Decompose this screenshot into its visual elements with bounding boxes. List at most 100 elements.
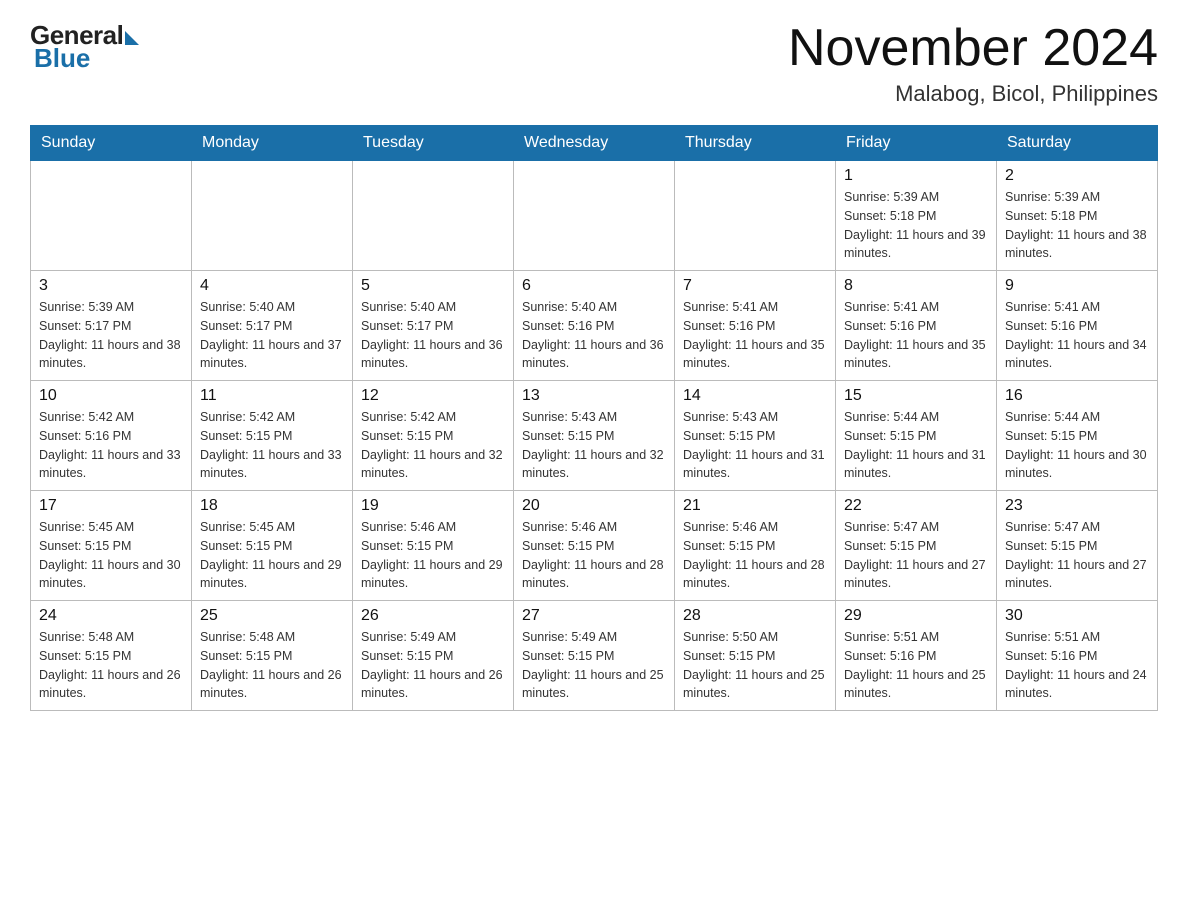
- calendar-week-row: 3 Sunrise: 5:39 AMSunset: 5:17 PMDaylight…: [31, 271, 1158, 381]
- col-tuesday: Tuesday: [353, 126, 514, 161]
- col-saturday: Saturday: [997, 126, 1158, 161]
- day-info: Sunrise: 5:41 AMSunset: 5:16 PMDaylight:…: [1005, 298, 1149, 373]
- day-info: Sunrise: 5:51 AMSunset: 5:16 PMDaylight:…: [1005, 628, 1149, 703]
- table-row: 19Sunrise: 5:46 AMSunset: 5:15 PMDayligh…: [353, 491, 514, 601]
- day-number: 26: [361, 607, 505, 625]
- col-thursday: Thursday: [675, 126, 836, 161]
- day-info: Sunrise: 5:42 AMSunset: 5:16 PMDaylight:…: [39, 408, 183, 483]
- day-number: 28: [683, 607, 827, 625]
- day-info: Sunrise: 5:40 AMSunset: 5:17 PMDaylight:…: [200, 298, 344, 373]
- table-row: 9 Sunrise: 5:41 AMSunset: 5:16 PMDaylight…: [997, 271, 1158, 381]
- table-row: 4 Sunrise: 5:40 AMSunset: 5:17 PMDaylight…: [192, 271, 353, 381]
- day-info: Sunrise: 5:48 AMSunset: 5:15 PMDaylight:…: [39, 628, 183, 703]
- day-number: 19: [361, 497, 505, 515]
- table-row: 3 Sunrise: 5:39 AMSunset: 5:17 PMDaylight…: [31, 271, 192, 381]
- day-number: 23: [1005, 497, 1149, 515]
- day-info: Sunrise: 5:47 AMSunset: 5:15 PMDaylight:…: [1005, 518, 1149, 593]
- logo: General Blue: [30, 20, 139, 74]
- table-row: 11 Sunrise: 5:42 AMSunset: 5:15 PMDayligh…: [192, 381, 353, 491]
- day-number: 20: [522, 497, 666, 515]
- logo-blue-text: Blue: [30, 43, 90, 74]
- day-number: 18: [200, 497, 344, 515]
- table-row: 28 Sunrise: 5:50 AMSunset: 5:15 PMDayligh…: [675, 601, 836, 711]
- table-row: 20Sunrise: 5:46 AMSunset: 5:15 PMDayligh…: [514, 491, 675, 601]
- table-row: 23 Sunrise: 5:47 AMSunset: 5:15 PMDayligh…: [997, 491, 1158, 601]
- day-info: Sunrise: 5:46 AMSunset: 5:15 PMDaylight:…: [683, 518, 827, 593]
- day-info: Sunrise: 5:49 AMSunset: 5:15 PMDaylight:…: [522, 628, 666, 703]
- day-number: 1: [844, 167, 988, 185]
- day-number: 2: [1005, 167, 1149, 185]
- day-number: 11: [200, 387, 344, 405]
- table-row: 27 Sunrise: 5:49 AMSunset: 5:15 PMDayligh…: [514, 601, 675, 711]
- calendar-week-row: 10 Sunrise: 5:42 AMSunset: 5:16 PMDayligh…: [31, 381, 1158, 491]
- day-info: Sunrise: 5:45 AMSunset: 5:15 PMDaylight:…: [39, 518, 183, 593]
- table-row: [514, 161, 675, 271]
- table-row: 7 Sunrise: 5:41 AMSunset: 5:16 PMDaylight…: [675, 271, 836, 381]
- calendar-title: November 2024: [788, 20, 1158, 77]
- day-info: Sunrise: 5:39 AMSunset: 5:17 PMDaylight:…: [39, 298, 183, 373]
- day-info: Sunrise: 5:41 AMSunset: 5:16 PMDaylight:…: [683, 298, 827, 373]
- table-row: 22Sunrise: 5:47 AMSunset: 5:15 PMDayligh…: [836, 491, 997, 601]
- table-row: 12 Sunrise: 5:42 AMSunset: 5:15 PMDayligh…: [353, 381, 514, 491]
- table-row: 21 Sunrise: 5:46 AMSunset: 5:15 PMDayligh…: [675, 491, 836, 601]
- table-row: 2Sunrise: 5:39 AMSunset: 5:18 PMDaylight…: [997, 161, 1158, 271]
- day-number: 30: [1005, 607, 1149, 625]
- day-info: Sunrise: 5:45 AMSunset: 5:15 PMDaylight:…: [200, 518, 344, 593]
- day-info: Sunrise: 5:42 AMSunset: 5:15 PMDaylight:…: [361, 408, 505, 483]
- day-number: 5: [361, 277, 505, 295]
- table-row: 13 Sunrise: 5:43 AMSunset: 5:15 PMDayligh…: [514, 381, 675, 491]
- day-info: Sunrise: 5:49 AMSunset: 5:15 PMDaylight:…: [361, 628, 505, 703]
- title-section: November 2024 Malabog, Bicol, Philippine…: [788, 20, 1158, 107]
- day-number: 12: [361, 387, 505, 405]
- calendar-table: Sunday Monday Tuesday Wednesday Thursday…: [30, 125, 1158, 711]
- day-number: 24: [39, 607, 183, 625]
- calendar-week-row: 17 Sunrise: 5:45 AMSunset: 5:15 PMDayligh…: [31, 491, 1158, 601]
- day-number: 16: [1005, 387, 1149, 405]
- table-row: 1 Sunrise: 5:39 AMSunset: 5:18 PMDaylight…: [836, 161, 997, 271]
- day-number: 13: [522, 387, 666, 405]
- col-monday: Monday: [192, 126, 353, 161]
- day-info: Sunrise: 5:51 AMSunset: 5:16 PMDaylight:…: [844, 628, 988, 703]
- table-row: [675, 161, 836, 271]
- table-row: 18 Sunrise: 5:45 AMSunset: 5:15 PMDayligh…: [192, 491, 353, 601]
- day-number: 9: [1005, 277, 1149, 295]
- page-header: General Blue November 2024 Malabog, Bico…: [30, 20, 1158, 107]
- day-info: Sunrise: 5:40 AMSunset: 5:16 PMDaylight:…: [522, 298, 666, 373]
- table-row: 5 Sunrise: 5:40 AMSunset: 5:17 PMDaylight…: [353, 271, 514, 381]
- day-info: Sunrise: 5:44 AMSunset: 5:15 PMDaylight:…: [1005, 408, 1149, 483]
- table-row: [31, 161, 192, 271]
- day-info: Sunrise: 5:42 AMSunset: 5:15 PMDaylight:…: [200, 408, 344, 483]
- calendar-week-row: 1 Sunrise: 5:39 AMSunset: 5:18 PMDaylight…: [31, 161, 1158, 271]
- table-row: 26 Sunrise: 5:49 AMSunset: 5:15 PMDayligh…: [353, 601, 514, 711]
- day-info: Sunrise: 5:50 AMSunset: 5:15 PMDaylight:…: [683, 628, 827, 703]
- table-row: 25Sunrise: 5:48 AMSunset: 5:15 PMDayligh…: [192, 601, 353, 711]
- day-info: Sunrise: 5:39 AMSunset: 5:18 PMDaylight:…: [844, 188, 988, 263]
- table-row: [353, 161, 514, 271]
- table-row: 24 Sunrise: 5:48 AMSunset: 5:15 PMDayligh…: [31, 601, 192, 711]
- day-number: 15: [844, 387, 988, 405]
- day-info: Sunrise: 5:44 AMSunset: 5:15 PMDaylight:…: [844, 408, 988, 483]
- logo-triangle-icon: [125, 31, 139, 45]
- day-number: 10: [39, 387, 183, 405]
- day-number: 29: [844, 607, 988, 625]
- day-number: 3: [39, 277, 183, 295]
- day-number: 7: [683, 277, 827, 295]
- table-row: 16 Sunrise: 5:44 AMSunset: 5:15 PMDayligh…: [997, 381, 1158, 491]
- table-row: 29 Sunrise: 5:51 AMSunset: 5:16 PMDayligh…: [836, 601, 997, 711]
- day-info: Sunrise: 5:48 AMSunset: 5:15 PMDaylight:…: [200, 628, 344, 703]
- table-row: 10 Sunrise: 5:42 AMSunset: 5:16 PMDayligh…: [31, 381, 192, 491]
- table-row: 6Sunrise: 5:40 AMSunset: 5:16 PMDaylight…: [514, 271, 675, 381]
- day-info: Sunrise: 5:40 AMSunset: 5:17 PMDaylight:…: [361, 298, 505, 373]
- table-row: 30 Sunrise: 5:51 AMSunset: 5:16 PMDayligh…: [997, 601, 1158, 711]
- day-number: 4: [200, 277, 344, 295]
- col-wednesday: Wednesday: [514, 126, 675, 161]
- col-friday: Friday: [836, 126, 997, 161]
- day-number: 27: [522, 607, 666, 625]
- day-info: Sunrise: 5:43 AMSunset: 5:15 PMDaylight:…: [522, 408, 666, 483]
- calendar-week-row: 24 Sunrise: 5:48 AMSunset: 5:15 PMDayligh…: [31, 601, 1158, 711]
- table-row: 14Sunrise: 5:43 AMSunset: 5:15 PMDayligh…: [675, 381, 836, 491]
- table-row: 15 Sunrise: 5:44 AMSunset: 5:15 PMDayligh…: [836, 381, 997, 491]
- day-number: 22: [844, 497, 988, 515]
- day-number: 17: [39, 497, 183, 515]
- day-number: 21: [683, 497, 827, 515]
